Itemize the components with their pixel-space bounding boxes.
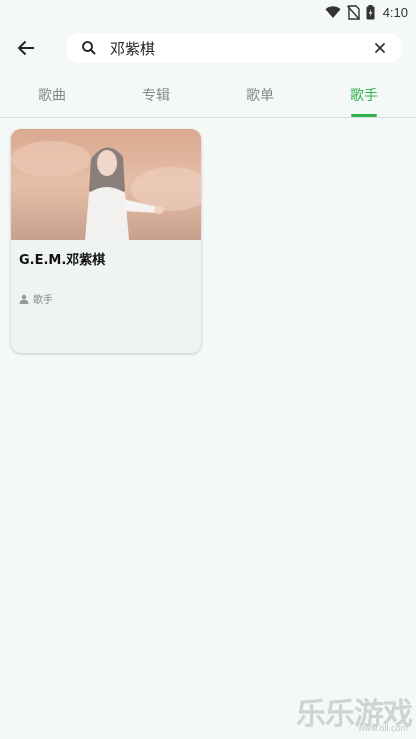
status-time: 4:10 (382, 4, 408, 20)
artist-type-label: 歌手 (33, 295, 53, 306)
tab-artists[interactable]: 歌手 (312, 80, 416, 117)
watermark-url: www.6ll.com (357, 723, 408, 733)
battery-icon (366, 4, 375, 19)
artist-card[interactable]: G.E.M.邓紫棋 歌手 (11, 129, 201, 353)
back-button[interactable] (12, 34, 40, 62)
person-icon (19, 294, 29, 304)
search-box[interactable] (66, 33, 402, 63)
tab-playlists[interactable]: 歌单 (208, 80, 312, 117)
search-input[interactable] (110, 35, 350, 61)
wifi-icon (325, 6, 341, 18)
tab-songs[interactable]: 歌曲 (0, 80, 104, 117)
close-icon[interactable] (372, 40, 388, 56)
artist-name: G.E.M.邓紫棋 (19, 253, 106, 268)
watermark: 乐乐游戏 www.6ll.com (296, 689, 413, 733)
search-header (0, 30, 416, 68)
status-bar: 4:10 (0, 0, 416, 24)
no-sim-icon (346, 4, 360, 20)
search-icon (82, 41, 96, 55)
artist-photo (11, 129, 201, 240)
artist-type: 歌手 (19, 291, 53, 306)
tab-albums[interactable]: 专辑 (104, 80, 208, 117)
arrow-left-icon (17, 40, 34, 56)
category-tabs: 歌曲 专辑 歌单 歌手 (0, 80, 416, 118)
